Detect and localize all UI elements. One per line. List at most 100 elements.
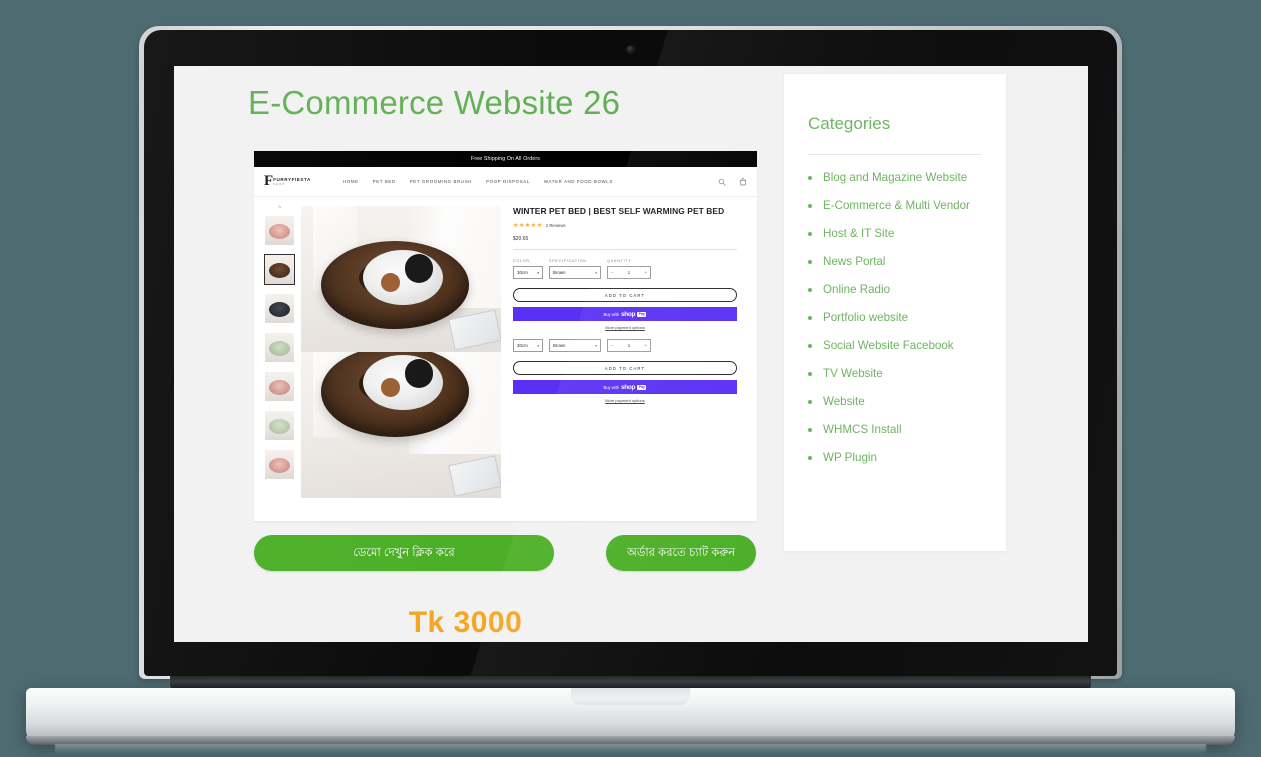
product-thumbnail[interactable] (264, 371, 295, 402)
sidebar-item-host-it-site[interactable]: Host & IT Site (808, 227, 998, 241)
chevron-up-icon[interactable]: ^ (278, 206, 281, 212)
laptop-base-notch (571, 688, 690, 705)
sidebar-item-ecommerce-multi-vendor[interactable]: E-Commerce & Multi Vendor (808, 199, 998, 213)
quantity-option-group: QUANTITY − 1 + (607, 259, 651, 280)
color-value: 30cm (517, 270, 528, 276)
sidebar-item-website[interactable]: Website (808, 395, 998, 409)
laptop-reflection (55, 744, 1206, 757)
sidebar-item-label: Blog and Magazine Website (823, 171, 968, 184)
site-nav: HOME PET BED PET GROOMING BRUSH POOP DIS… (343, 179, 613, 184)
buy-with-shop-pay-button[interactable]: Buy with shop Pay (513, 307, 737, 322)
more-payment-options-link[interactable]: More payment options (513, 325, 737, 330)
quantity-label: QUANTITY (607, 259, 632, 264)
site-logo[interactable]: F FURRYFIESTA SHOP (264, 174, 326, 189)
review-count[interactable]: 2 Reviews (546, 223, 566, 228)
bullet-icon (808, 176, 812, 180)
sidebar-item-portfolio-website[interactable]: Portfolio website (808, 311, 998, 325)
star-rating-icon: ★★★★★ (513, 222, 543, 230)
quantity-stepper[interactable]: − 1 + (607, 339, 651, 353)
categories-card: Categories Blog and Magazine Website E-C… (784, 74, 1006, 551)
product-options-row: COLOR 30cm ▾ SPECIFICATION Brown ▾ QUANT… (513, 259, 737, 280)
product-page-body: ^ WINTER PET BED | BEST SELF WARMING PET… (254, 197, 757, 498)
specification-value: Brown (553, 343, 566, 349)
product-thumbnail-selected[interactable] (264, 254, 295, 285)
cart-icon[interactable] (739, 177, 747, 186)
bullet-icon (808, 204, 812, 209)
webcam-icon (626, 45, 635, 54)
page-title: E-Commerce Website 26 (248, 84, 621, 121)
nav-item-poop-disposal[interactable]: POOP DISPOSAL (486, 179, 530, 184)
color-select[interactable]: 30cm ▾ (513, 339, 543, 353)
product-options-row-duplicate: 30cm ▾ Brown ▾ − 1 + (513, 339, 737, 353)
specification-option-group: Brown ▾ (549, 339, 601, 353)
specification-value: Brown (553, 270, 566, 276)
add-to-cart-button[interactable]: ADD TO CART (513, 361, 737, 376)
shoppay-buy-label: Buy with (603, 384, 619, 390)
shop-logo: shop (621, 310, 636, 318)
quantity-decrement-button[interactable]: − (611, 270, 614, 275)
specification-select[interactable]: Brown ▾ (549, 266, 601, 280)
chat-to-order-button[interactable]: অর্ডার করতে চ্যাট করুন (606, 535, 756, 571)
site-header-icons (718, 177, 747, 186)
product-thumbnail[interactable] (264, 332, 295, 363)
site-header: F FURRYFIESTA SHOP HOME PET BED PET GROO… (254, 167, 757, 197)
quantity-value: 1 (627, 343, 631, 349)
pay-badge: Pay (637, 384, 647, 390)
color-option-group: COLOR 30cm ▾ (513, 259, 543, 280)
pay-badge: Pay (637, 311, 647, 317)
specification-option-group: SPECIFICATION Brown ▾ (549, 259, 601, 280)
sidebar-item-label: TV Website (823, 367, 883, 381)
product-detail-column: WINTER PET BED | BEST SELF WARMING PET B… (513, 206, 745, 498)
sidebar-item-label: Host & IT Site (823, 227, 895, 241)
product-title: WINTER PET BED | BEST SELF WARMING PET B… (513, 206, 725, 216)
sidebar-item-news-portal[interactable]: News Portal (808, 255, 998, 269)
sidebar-item-label: Social Website Facebook (823, 339, 954, 353)
nav-item-water-and-food-bowls[interactable]: WATER AND FOOD BOWLS (544, 179, 613, 184)
chevron-down-icon: ▾ (595, 270, 597, 275)
product-image-secondary[interactable] (301, 352, 501, 498)
quantity-increment-button[interactable]: + (644, 270, 647, 275)
page-content: E-Commerce Website 26 Categories Blog an… (174, 66, 1088, 642)
categories-heading: Categories (808, 114, 891, 133)
product-thumbnail[interactable] (264, 293, 295, 324)
product-image-main[interactable] (301, 206, 501, 352)
sidebar-item-label: Portfolio website (823, 311, 909, 325)
sidebar-item-social-website-facebook[interactable]: Social Website Facebook (808, 339, 998, 353)
sidebar-item-whmcs-install[interactable]: WHMCS Install (808, 424, 998, 437)
quantity-option-group: − 1 + (607, 339, 651, 353)
view-demo-button[interactable]: ডেমো দেখুন ক্লিক করে (254, 535, 554, 571)
laptop-mockup: E-Commerce Website 26 Categories Blog an… (0, 0, 1261, 757)
quantity-decrement-button[interactable]: − (611, 343, 614, 348)
sidebar-item-wp-plugin[interactable]: WP Plugin (808, 452, 998, 465)
quantity-increment-button[interactable]: + (644, 343, 647, 348)
bullet-icon (808, 456, 812, 461)
bullet-icon (808, 316, 812, 321)
bullet-icon (808, 260, 812, 265)
specification-select[interactable]: Brown ▾ (549, 339, 601, 353)
more-payment-options-link[interactable]: More payment options (513, 398, 737, 403)
product-thumbnail-column: ^ (254, 206, 298, 498)
add-to-cart-button[interactable]: ADD TO CART (513, 288, 737, 303)
price-label: Tk 3000 (408, 606, 523, 639)
quantity-stepper[interactable]: − 1 + (607, 266, 651, 280)
product-thumbnail[interactable] (264, 410, 295, 441)
search-icon[interactable] (718, 178, 726, 186)
nav-item-home[interactable]: HOME (343, 179, 359, 184)
product-thumbnail[interactable] (264, 215, 295, 246)
shop-logo: shop (621, 383, 636, 391)
chevron-down-icon: ▾ (537, 343, 539, 348)
nav-item-pet-bed[interactable]: PET BED (373, 179, 396, 184)
sidebar-item-label: Website (823, 395, 865, 409)
color-value: 30cm (517, 343, 528, 349)
sidebar-item-online-radio[interactable]: Online Radio (808, 283, 998, 297)
product-rating: ★★★★★ 2 Reviews (513, 222, 737, 229)
product-thumbnail[interactable] (264, 449, 295, 480)
sidebar-item-blog-and-magazine-website[interactable]: Blog and Magazine Website (808, 171, 998, 185)
buy-with-shop-pay-button[interactable]: Buy with shop Pay (513, 380, 737, 395)
nav-item-pet-grooming-brush[interactable]: PET GROOMING BRUSH (410, 179, 472, 184)
categories-list: Blog and Magazine Website E-Commerce & M… (808, 171, 998, 481)
color-select[interactable]: 30cm ▾ (513, 266, 543, 280)
product-price: $20.65 (513, 236, 529, 243)
shoppay-buy-label: Buy with (603, 311, 619, 317)
sidebar-item-tv-website[interactable]: TV Website (808, 367, 998, 381)
